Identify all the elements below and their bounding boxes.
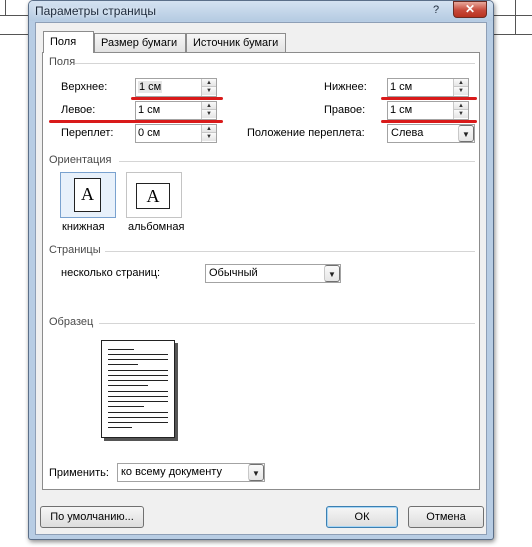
gutter-position-dropdown[interactable]: Слева ▼ bbox=[387, 124, 475, 143]
gutter-position-label: Положение переплета: bbox=[247, 127, 365, 139]
preview-text-line bbox=[108, 427, 132, 428]
preview-text-line bbox=[108, 380, 168, 381]
preview-text-line bbox=[108, 364, 138, 365]
group-separator bbox=[119, 161, 475, 162]
gutter-position-value: Слева bbox=[391, 127, 424, 139]
help-icon[interactable]: ? bbox=[429, 3, 443, 17]
preview-text-line bbox=[108, 396, 168, 397]
tab-panel-margins: Поля Верхнее: 1 см ▲ ▼ Нижнее: 1 см ▲ ▼ … bbox=[42, 52, 480, 490]
annotation-underline bbox=[131, 97, 223, 100]
background-table-line bbox=[0, 34, 28, 35]
dialog-title: Параметры страницы bbox=[35, 4, 156, 18]
left-margin-spinner[interactable]: 1 см ▲ ▼ bbox=[135, 101, 217, 120]
right-margin-label: Правое: bbox=[324, 104, 366, 116]
gutter-label: Переплет: bbox=[61, 127, 114, 139]
gutter-spinner[interactable]: 0 см ▲ ▼ bbox=[135, 124, 217, 143]
chevron-down-icon[interactable]: ▼ bbox=[324, 265, 340, 282]
group-separator bbox=[99, 323, 475, 324]
apply-to-label: Применить: bbox=[49, 467, 109, 479]
spin-up-icon[interactable]: ▲ bbox=[202, 79, 216, 87]
preview-text-line bbox=[108, 370, 168, 371]
bottom-margin-value[interactable]: 1 см bbox=[390, 81, 412, 93]
background-table-line bbox=[494, 34, 532, 35]
tab-paper-source[interactable]: Источник бумаги bbox=[186, 33, 286, 52]
background-table-line bbox=[515, 0, 516, 34]
multiple-pages-dropdown[interactable]: Обычный ▼ bbox=[205, 264, 341, 283]
left-margin-label: Левое: bbox=[61, 104, 96, 116]
bottom-margin-label: Нижнее: bbox=[324, 81, 367, 93]
set-as-default-button[interactable]: По умолчанию... bbox=[40, 506, 144, 528]
portrait-option[interactable]: A bbox=[60, 172, 116, 218]
apply-to-dropdown[interactable]: ко всему документу ▼ bbox=[117, 463, 265, 482]
preview-text-line bbox=[108, 412, 168, 413]
top-margin-spinner[interactable]: 1 см ▲ ▼ bbox=[135, 78, 217, 97]
spin-up-icon[interactable]: ▲ bbox=[202, 125, 216, 133]
close-button[interactable]: ✕ bbox=[453, 1, 487, 18]
preview-text-line bbox=[108, 422, 168, 423]
apply-to-value: ко всему документу bbox=[121, 466, 222, 478]
title-bar[interactable]: Параметры страницы ? ✕ bbox=[29, 1, 493, 21]
page-setup-dialog: Параметры страницы ? ✕ Поля Размер бумаг… bbox=[28, 0, 494, 540]
spin-up-icon[interactable]: ▲ bbox=[202, 102, 216, 110]
right-margin-spinner[interactable]: 1 см ▲ ▼ bbox=[387, 101, 469, 120]
annotation-underline bbox=[381, 120, 477, 123]
top-margin-value[interactable]: 1 см bbox=[138, 81, 163, 93]
annotation-underline bbox=[49, 120, 223, 123]
spin-down-icon[interactable]: ▼ bbox=[454, 87, 468, 95]
background-table-line bbox=[494, 15, 532, 16]
preview-text-line bbox=[108, 391, 168, 392]
dialog-client-area: Поля Размер бумаги Источник бумаги Поля … bbox=[35, 22, 487, 535]
preview-text-line bbox=[108, 354, 168, 355]
annotation-underline bbox=[381, 97, 477, 100]
spin-down-icon[interactable]: ▼ bbox=[202, 133, 216, 141]
chevron-down-icon[interactable]: ▼ bbox=[248, 464, 264, 481]
spin-down-icon[interactable]: ▼ bbox=[202, 87, 216, 95]
margins-group-label: Поля bbox=[49, 56, 76, 68]
orientation-group-label: Ориентация bbox=[49, 154, 112, 166]
chevron-down-icon[interactable]: ▼ bbox=[458, 125, 474, 142]
left-margin-value[interactable]: 1 см bbox=[138, 104, 160, 116]
preview-text-line bbox=[108, 406, 144, 407]
landscape-option[interactable]: A bbox=[126, 172, 182, 218]
top-margin-label: Верхнее: bbox=[61, 81, 108, 93]
spin-up-icon[interactable]: ▲ bbox=[454, 102, 468, 110]
background-table-line bbox=[0, 15, 28, 16]
preview-text-line bbox=[108, 385, 148, 386]
landscape-label[interactable]: альбомная bbox=[128, 221, 184, 233]
tab-margins[interactable]: Поля bbox=[43, 31, 94, 53]
preview-group-label: Образец bbox=[49, 316, 94, 328]
spin-down-icon[interactable]: ▼ bbox=[202, 110, 216, 118]
preview-text-line bbox=[108, 359, 168, 360]
landscape-page-icon: A bbox=[136, 183, 170, 209]
spin-up-icon[interactable]: ▲ bbox=[454, 79, 468, 87]
spin-down-icon[interactable]: ▼ bbox=[454, 110, 468, 118]
bottom-margin-spinner[interactable]: 1 см ▲ ▼ bbox=[387, 78, 469, 97]
background-table-line bbox=[5, 0, 6, 15]
ok-button[interactable]: ОК bbox=[326, 506, 398, 528]
preview-text-line bbox=[108, 401, 168, 402]
tab-paper-size[interactable]: Размер бумаги bbox=[94, 33, 186, 52]
multiple-pages-label: несколько страниц: bbox=[61, 267, 161, 279]
right-margin-value[interactable]: 1 см bbox=[390, 104, 412, 116]
page-preview bbox=[101, 340, 175, 438]
portrait-page-icon: A bbox=[74, 178, 101, 212]
portrait-label[interactable]: книжная bbox=[62, 221, 105, 233]
preview-text-line bbox=[108, 349, 134, 350]
preview-text-line bbox=[108, 417, 168, 418]
preview-text-line bbox=[108, 375, 168, 376]
group-separator bbox=[75, 63, 475, 64]
multiple-pages-value: Обычный bbox=[209, 267, 258, 279]
group-separator bbox=[105, 251, 475, 252]
pages-group-label: Страницы bbox=[49, 244, 101, 256]
cancel-button[interactable]: Отмена bbox=[408, 506, 484, 528]
gutter-value[interactable]: 0 см bbox=[138, 127, 160, 139]
